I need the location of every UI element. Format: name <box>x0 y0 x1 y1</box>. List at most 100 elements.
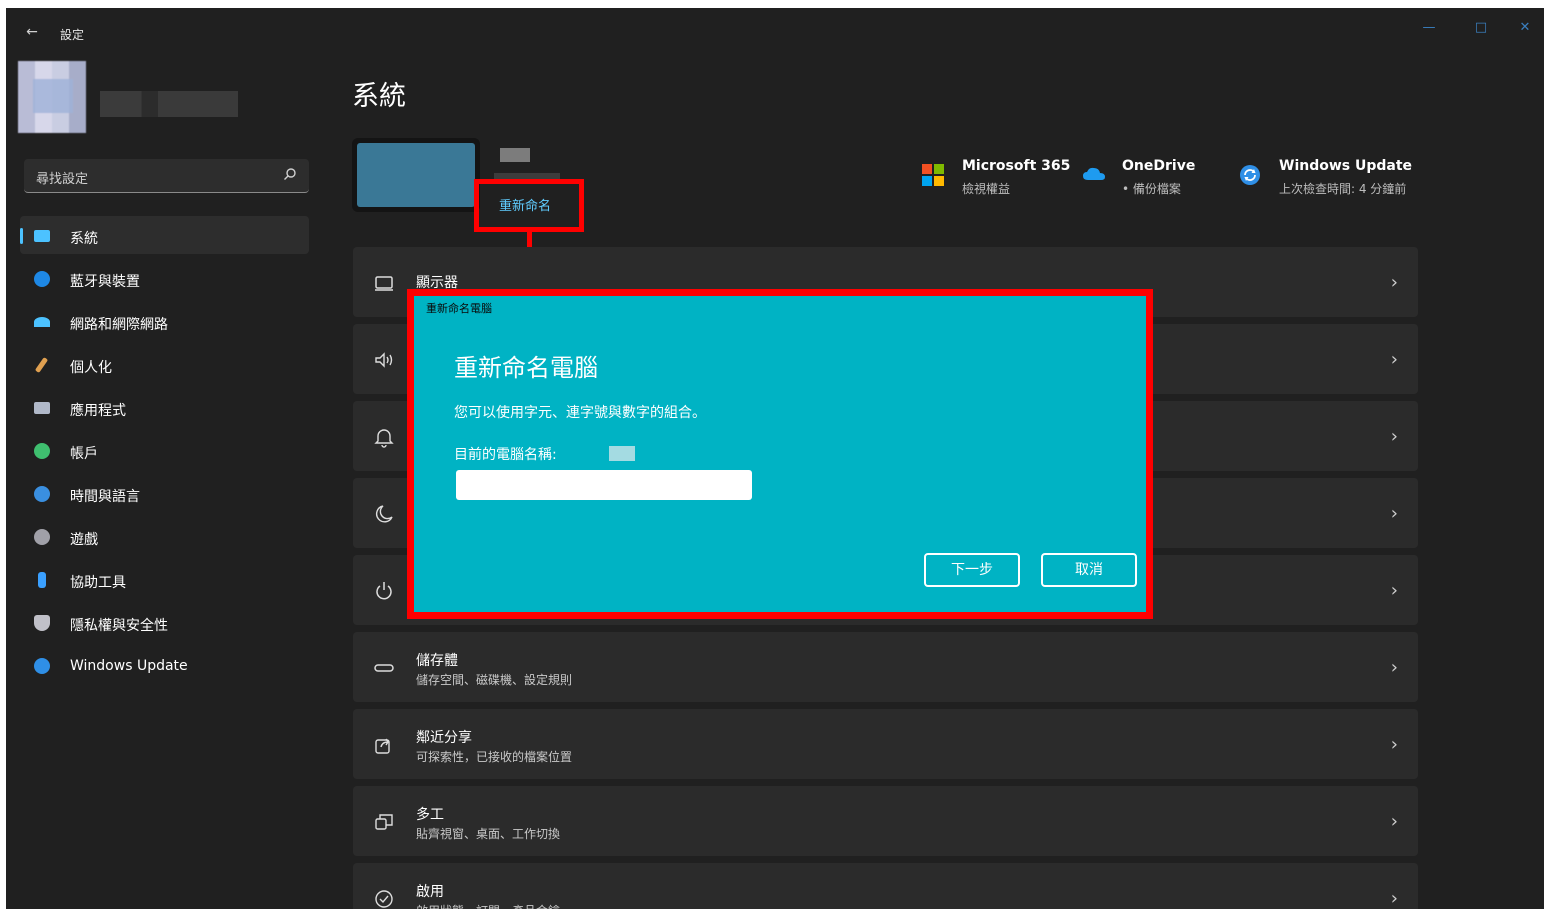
card-title: 啟用 <box>416 884 444 900</box>
sidebar-item-label: 應用程式 <box>70 403 126 419</box>
update-icon <box>34 658 50 674</box>
sidebar-item[interactable]: Windows Update <box>20 646 309 689</box>
search-icon <box>284 168 296 180</box>
chevron-right-icon: › <box>1390 503 1398 524</box>
sidebar-item[interactable]: 網路和網際網路 <box>20 302 309 345</box>
chevron-right-icon: › <box>1390 272 1398 293</box>
card-subtitle: 貼齊視窗、桌面、工作切換 <box>416 827 561 841</box>
cancel-button[interactable]: 取消 <box>1041 553 1137 587</box>
sidebar-item[interactable]: 系統 <box>20 216 309 254</box>
sidebar-item-label: 藍牙與裝置 <box>70 274 140 290</box>
sidebar-item-label: 個人化 <box>70 360 112 376</box>
sound-icon <box>375 352 393 368</box>
sidebar-item[interactable]: 隱私權與安全性 <box>20 603 309 646</box>
quick-link-title: Microsoft 365 <box>962 158 1071 174</box>
pc-thumbnail <box>352 138 480 212</box>
quick-link-subtitle: • 備份檔案 <box>1122 182 1181 196</box>
pc-name-redacted <box>500 148 530 162</box>
card-title: 鄰近分享 <box>416 730 472 746</box>
display-icon <box>375 276 393 291</box>
avatar[interactable] <box>18 61 86 133</box>
settings-card[interactable]: 鄰近分享可探索性，已接收的檔案位置 › <box>353 709 1418 779</box>
card-subtitle: 儲存空間、磁碟機、設定規則 <box>416 673 573 687</box>
search-input[interactable]: 尋找設定 <box>24 159 309 193</box>
storage-icon <box>374 664 394 672</box>
current-pc-name-label: 目前的電腦名稱: <box>454 447 557 463</box>
title-bar: ← 設定 — □ ✕ <box>6 8 1544 48</box>
dialog-title: 重新命名電腦 <box>454 354 598 382</box>
focus-moon-icon <box>375 505 393 523</box>
activation-icon <box>375 890 393 908</box>
dialog-caption: 重新命名電腦 <box>426 302 492 315</box>
sidebar-item-label: 帳戶 <box>70 446 98 462</box>
sidebar-item-label: 隱私權與安全性 <box>70 618 168 634</box>
settings-card[interactable]: 多工 貼齊視窗、桌面、工作切換 › <box>353 786 1418 856</box>
card-subtitle: 可探索性，已接收的檔案位置 <box>416 750 573 764</box>
onedrive-icon <box>1083 167 1105 180</box>
windows-update-icon <box>1240 165 1260 185</box>
rename-highlight-box <box>474 179 584 232</box>
settings-card[interactable]: 儲存體儲存空間、磁碟機、設定規則 › <box>353 632 1418 702</box>
microsoft-365-icon <box>922 164 944 186</box>
sidebar-item[interactable]: 藍牙與裝置 <box>20 259 309 302</box>
shield-icon <box>34 615 50 631</box>
sidebar-item-label: 網路和網際網路 <box>70 317 168 333</box>
settings-window: ← 設定 — □ ✕ 尋找設定 系統藍牙與裝置網路和網際網路 個人化應用程式帳戶時… <box>6 8 1544 909</box>
minimize-button[interactable]: — <box>1406 14 1452 42</box>
quick-link-title: Windows Update <box>1279 158 1413 174</box>
card-subtitle: 啟用狀態、訂閱、產品金鑰 <box>416 902 560 909</box>
power-icon <box>376 582 392 600</box>
sidebar-item-label: 遊戲 <box>70 532 98 548</box>
clock-globe-icon <box>34 486 50 502</box>
next-button[interactable]: 下一步 <box>924 553 1020 587</box>
chevron-right-icon: › <box>1390 426 1398 447</box>
close-button[interactable]: ✕ <box>1502 14 1544 42</box>
chevron-right-icon: › <box>1390 734 1398 755</box>
sidebar-item[interactable]: 協助工具 <box>20 560 309 603</box>
rename-pc-dialog: 重新命名電腦 重新命名電腦 您可以使用字元、連字號與數字的組合。 目前的電腦名稱… <box>407 289 1153 619</box>
share-icon <box>375 738 390 754</box>
sidebar-item-label: Windows Update <box>70 658 188 674</box>
chevron-right-icon: › <box>1390 888 1398 909</box>
sidebar-item[interactable]: 時間與語言 <box>20 474 309 517</box>
maximize-icon: □ <box>1474 20 1488 35</box>
sidebar-item-label: 系統 <box>70 231 98 247</box>
notification-icon <box>374 429 394 448</box>
chevron-right-icon: › <box>1390 349 1398 370</box>
back-arrow-icon: ← <box>26 24 38 40</box>
chevron-right-icon: › <box>1390 811 1398 832</box>
wifi-icon <box>34 317 50 327</box>
sidebar-item-label: 時間與語言 <box>70 489 140 505</box>
back-button[interactable]: ← <box>20 20 44 44</box>
chevron-right-icon: › <box>1390 580 1398 601</box>
sidebar-item[interactable]: 個人化 <box>20 345 309 388</box>
chevron-right-icon: › <box>1390 657 1398 678</box>
user-name-redacted <box>100 91 238 117</box>
sidebar-item-label: 協助工具 <box>70 575 126 591</box>
sidebar-item[interactable]: 遊戲 <box>20 517 309 560</box>
new-pc-name-input[interactable] <box>456 470 752 500</box>
quick-link-subtitle: 上次檢查時間: 4 分鐘前 <box>1279 182 1407 196</box>
maximize-button[interactable]: □ <box>1458 14 1504 42</box>
monitor-icon <box>34 230 50 242</box>
quick-link-title: OneDrive <box>1122 158 1196 174</box>
settings-card[interactable]: 啟用啟用狀態、訂閱、產品金鑰 › <box>353 863 1418 909</box>
person-icon <box>34 443 50 459</box>
sidebar-item[interactable]: 帳戶 <box>20 431 309 474</box>
active-indicator <box>20 228 23 244</box>
page-title: 系統 <box>352 81 406 112</box>
dialog-description: 您可以使用字元、連字號與數字的組合。 <box>454 405 706 421</box>
bluetooth-icon <box>34 271 50 287</box>
minimize-icon: — <box>1422 20 1436 35</box>
current-pc-name-redacted <box>609 446 635 461</box>
apps-icon <box>34 402 50 414</box>
accessibility-icon <box>38 572 46 588</box>
close-icon: ✕ <box>1519 20 1531 35</box>
multitask-icon <box>375 814 393 830</box>
sidebar-item[interactable]: 應用程式 <box>20 388 309 431</box>
sidebar-nav: 系統藍牙與裝置網路和網際網路 個人化應用程式帳戶時間與語言遊戲協助工具隱私權與安全… <box>20 216 309 689</box>
card-title: 儲存體 <box>416 653 458 669</box>
search-placeholder: 尋找設定 <box>36 172 89 187</box>
brush-icon <box>34 357 49 373</box>
app-title: 設定 <box>60 28 85 42</box>
